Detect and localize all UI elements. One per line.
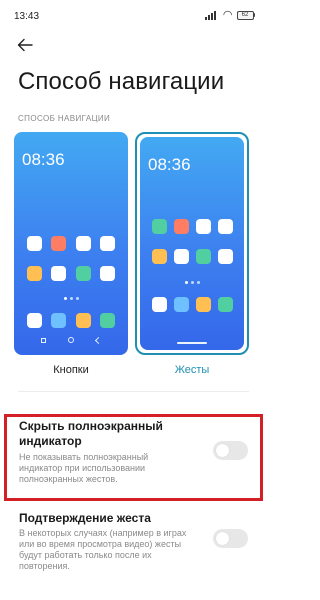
gesture-bar — [177, 342, 207, 344]
status-time: 13:43 — [14, 11, 40, 22]
app-icon — [100, 236, 116, 251]
dock-icon — [51, 313, 67, 328]
dock-icon — [100, 313, 116, 328]
option-label-gestures[interactable]: Жесты — [132, 364, 252, 376]
option-label-buttons[interactable]: Кнопки — [11, 364, 131, 376]
app-row — [148, 249, 236, 264]
preview-time: 08:36 — [148, 155, 191, 174]
app-icon — [26, 266, 42, 281]
dock-row — [148, 297, 236, 312]
app-icon — [195, 249, 211, 264]
toggle-knob — [216, 532, 229, 545]
app-row — [22, 236, 120, 251]
preview-time: 08:36 — [22, 150, 65, 169]
setting-desc-gesture-confirm: В некоторых случаях (например в играх ил… — [19, 528, 187, 571]
back-button[interactable] — [12, 34, 38, 56]
dock-icon — [75, 313, 91, 328]
app-row — [22, 266, 120, 281]
option-gestures[interactable]: 08:36 — [135, 132, 249, 355]
divider — [18, 391, 249, 392]
dock-row — [22, 313, 120, 328]
app-icon — [217, 249, 233, 264]
battery-level: 62 — [236, 10, 254, 20]
buttons-preview: 08:36 — [14, 132, 128, 355]
back-key-icon — [94, 336, 103, 344]
app-icon — [26, 236, 42, 251]
setting-title-gesture-confirm[interactable]: Подтверждение жеста — [19, 511, 219, 526]
nav-keys — [14, 336, 128, 344]
app-icon — [151, 219, 167, 234]
app-icon — [75, 236, 91, 251]
gestures-preview: 08:36 — [140, 137, 244, 350]
signal-icon — [204, 10, 219, 20]
setting-title-hide-indicator[interactable]: Скрыть полноэкранный индикатор — [19, 419, 179, 449]
app-icon — [217, 219, 233, 234]
toggle-hide-indicator[interactable] — [213, 441, 248, 460]
page-dots — [140, 281, 244, 284]
battery-icon: 62 — [236, 10, 255, 20]
status-bar: 13:43 ◠ 62 — [0, 0, 267, 30]
arrow-left-icon — [17, 38, 33, 52]
page-title: Способ навигации — [18, 68, 225, 95]
home-key-icon — [68, 337, 74, 343]
app-icon — [75, 266, 91, 281]
wifi-icon: ◠ — [222, 9, 233, 21]
app-icon — [151, 249, 167, 264]
dock-icon — [173, 297, 189, 312]
dock-icon — [151, 297, 167, 312]
app-icon — [173, 249, 189, 264]
section-label: СПОСОБ НАВИГАЦИИ — [18, 114, 111, 123]
setting-desc-hide-indicator: Не показывать полноэкранный индикатор пр… — [19, 452, 149, 484]
app-icon — [173, 219, 189, 234]
toggle-gesture-confirm[interactable] — [213, 529, 248, 548]
dock-icon — [26, 313, 42, 328]
page-dots — [14, 297, 128, 300]
app-icon — [51, 236, 67, 251]
toggle-knob — [216, 444, 229, 457]
option-buttons[interactable]: 08:36 — [14, 132, 128, 355]
status-icons: ◠ 62 — [204, 9, 255, 21]
app-icon — [51, 266, 67, 281]
dock-icon — [195, 297, 211, 312]
recents-key-icon — [41, 337, 46, 343]
dock-icon — [217, 297, 233, 312]
app-icon — [100, 266, 116, 281]
app-row — [148, 219, 236, 234]
app-icon — [195, 219, 211, 234]
